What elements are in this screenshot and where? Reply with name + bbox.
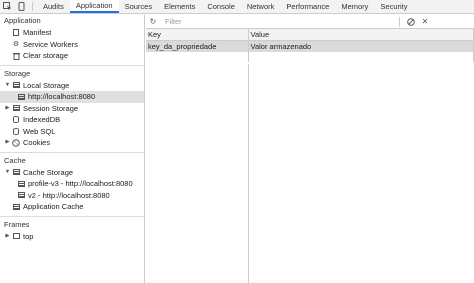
sidebar-item-label: Local Storage xyxy=(23,80,70,90)
chevron-right-icon[interactable]: ▶ xyxy=(4,137,11,149)
tab-bar-divider xyxy=(32,2,33,11)
sidebar-item-label: IndexedDB xyxy=(23,115,61,124)
trash-icon xyxy=(11,52,21,60)
sidebar-item-cache-entry[interactable]: v2 - http://localhost:8080 xyxy=(0,190,144,202)
section-cache-title: Cache xyxy=(4,155,26,165)
table-cell-key[interactable]: key_da_propriedade xyxy=(146,40,249,52)
tab-console[interactable]: Console xyxy=(201,0,241,13)
sidebar-item-label: Session Storage xyxy=(23,103,79,113)
sidebar-item-cache-entry[interactable]: profile-v3 - http://localhost:8080 xyxy=(0,178,144,190)
grid-icon xyxy=(16,180,26,187)
sidebar-item-label: http://localhost:8080 xyxy=(28,92,96,101)
device-toolbar-icon[interactable] xyxy=(14,0,28,13)
storage-table: Key Value key_da_propriedade Valor armaz… xyxy=(146,29,474,62)
application-sidebar: Application Manifest ⚙ Service Workers C… xyxy=(0,15,145,283)
sidebar-item-local-storage[interactable]: ▼ Local Storage xyxy=(0,80,144,92)
table-cell-value[interactable] xyxy=(248,52,474,62)
section-storage-title: Storage xyxy=(4,68,31,78)
table-cell-key[interactable] xyxy=(146,52,249,62)
tab-application[interactable]: Application xyxy=(69,0,119,13)
table-cell-value[interactable]: Valor armazenado xyxy=(248,40,474,52)
database-icon xyxy=(11,116,21,124)
sidebar-item-service-workers[interactable]: ⚙ Service Workers xyxy=(0,39,144,51)
filter-input[interactable] xyxy=(162,16,395,27)
tab-audits[interactable]: Audits xyxy=(37,0,70,13)
sidebar-item-label: profile-v3 - http://localhost:8080 xyxy=(28,179,133,188)
sidebar-item-local-storage-origin[interactable]: http://localhost:8080 xyxy=(0,91,144,103)
grid-icon xyxy=(11,169,21,176)
sidebar-divider xyxy=(0,215,144,217)
file-icon xyxy=(11,29,21,37)
sidebar-item-label: Cache Storage xyxy=(23,167,74,177)
devtools-tab-bar: Audits Application Sources Elements Cons… xyxy=(0,0,474,14)
sidebar-item-label: top xyxy=(23,231,34,241)
inspect-element-icon[interactable] xyxy=(0,0,14,13)
table-empty-area xyxy=(146,64,474,283)
sidebar-item-label: Clear storage xyxy=(23,51,69,60)
tab-elements[interactable]: Elements xyxy=(158,0,201,13)
sidebar-item-label: v2 - http://localhost:8080 xyxy=(28,190,110,200)
cookie-icon xyxy=(11,138,21,147)
sidebar-item-label: Cookies xyxy=(23,138,51,147)
sidebar-item-label: Application Cache xyxy=(23,202,84,211)
chevron-right-icon[interactable]: ▶ xyxy=(4,231,11,243)
clear-block-icon[interactable] xyxy=(404,17,418,26)
sidebar-item-web-sql[interactable]: Web SQL xyxy=(0,126,144,138)
table-row-empty[interactable] xyxy=(146,52,474,62)
sidebar-divider xyxy=(0,64,144,66)
sidebar-item-label: Manifest xyxy=(23,28,52,37)
grid-icon xyxy=(11,105,21,112)
grid-icon xyxy=(16,93,26,100)
close-icon[interactable]: ✕ xyxy=(418,17,432,26)
grid-icon xyxy=(11,203,21,210)
chevron-right-icon[interactable]: ▶ xyxy=(4,103,11,115)
sidebar-item-frame-top[interactable]: ▶ top xyxy=(0,231,144,243)
tab-memory[interactable]: Memory xyxy=(335,0,374,13)
sidebar-item-manifest[interactable]: Manifest xyxy=(0,27,144,39)
gear-icon: ⚙ xyxy=(12,40,20,48)
tab-sources[interactable]: Sources xyxy=(119,0,159,13)
storage-toolbar: ↻ ✕ xyxy=(146,15,474,29)
sidebar-item-clear-storage[interactable]: Clear storage xyxy=(0,50,144,62)
tab-security[interactable]: Security xyxy=(374,0,413,13)
sidebar-item-application-cache[interactable]: Application Cache xyxy=(0,201,144,213)
sidebar-divider xyxy=(0,151,144,153)
chevron-down-icon[interactable]: ▼ xyxy=(4,167,11,179)
database-icon xyxy=(11,127,21,135)
section-application-title: Application xyxy=(4,16,41,25)
sidebar-item-cookies[interactable]: ▶ Cookies xyxy=(0,137,144,149)
sidebar-item-label: Service Workers xyxy=(23,39,78,49)
sidebar-item-label: Web SQL xyxy=(23,126,56,136)
toolbar-divider xyxy=(399,16,400,27)
column-divider xyxy=(248,64,249,283)
frame-icon xyxy=(11,233,21,240)
grid-icon xyxy=(11,82,21,89)
refresh-icon[interactable]: ↻ xyxy=(146,17,160,26)
table-row[interactable]: key_da_propriedade Valor armazenado xyxy=(146,40,474,52)
tab-performance[interactable]: Performance xyxy=(280,0,335,13)
sidebar-item-cache-storage[interactable]: ▼ Cache Storage xyxy=(0,167,144,179)
storage-panel: ↻ ✕ Key Value key_da_propriedade Valor a… xyxy=(146,15,474,283)
sidebar-item-indexeddb[interactable]: IndexedDB xyxy=(0,114,144,126)
section-frames-title: Frames xyxy=(4,219,30,229)
grid-icon xyxy=(16,192,26,199)
chevron-down-icon[interactable]: ▼ xyxy=(4,80,11,92)
column-header-key[interactable]: Key xyxy=(146,29,249,41)
tab-network[interactable]: Network xyxy=(241,0,281,13)
sidebar-item-session-storage[interactable]: ▶ Session Storage xyxy=(0,103,144,115)
column-header-value[interactable]: Value xyxy=(248,29,474,41)
